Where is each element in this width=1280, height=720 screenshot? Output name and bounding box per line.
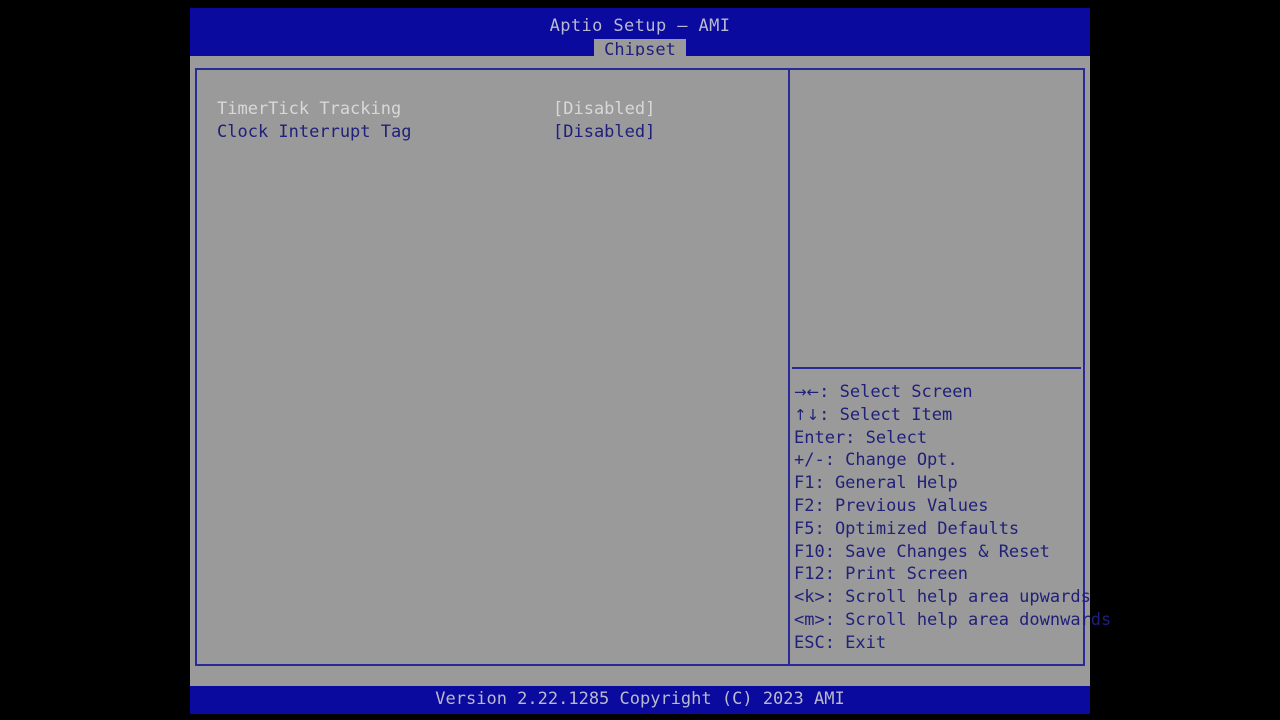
help-key-optimized-defaults: F5: Optimized Defaults — [794, 518, 1020, 539]
arrow-up-down-icon: ↑↓ — [794, 405, 820, 424]
setting-value[interactable]: [Disabled] — [553, 98, 655, 121]
setting-row-timertick-tracking[interactable]: TimerTick Tracking [Disabled] — [217, 98, 778, 121]
settings-panel: TimerTick Tracking [Disabled] Clock Inte… — [195, 68, 789, 666]
setting-label: TimerTick Tracking — [217, 99, 402, 119]
help-key-print-screen: F12: Print Screen — [794, 564, 968, 585]
arrow-left-right-icon: →← — [794, 383, 820, 401]
setting-value[interactable]: [Disabled] — [553, 121, 655, 144]
help-key-scroll-up: <k>: Scroll help area upwards — [794, 587, 1091, 608]
setting-label: Clock Interrupt Tag — [217, 122, 412, 142]
help-key-label: : Select Item — [819, 404, 953, 425]
body-area: TimerTick Tracking [Disabled] Clock Inte… — [190, 56, 1112, 686]
help-key-label: : Select Screen — [819, 382, 973, 402]
help-key-change-opt: +/-: Change Opt. — [794, 450, 958, 471]
help-key-general-help: F1: General Help — [794, 473, 958, 494]
help-panel: →←: Select Screen ↑↓: Select Item Enter:… — [789, 68, 1112, 666]
help-key-enter-select: Enter: Select — [794, 427, 928, 448]
footer-bar: Version 2.22.1285 Copyright (C) 2023 AMI — [190, 686, 1090, 714]
help-divider — [792, 367, 1081, 369]
setting-row-clock-interrupt-tag[interactable]: Clock Interrupt Tag [Disabled] — [217, 121, 778, 144]
help-key-select-item: ↑↓: Select Item — [794, 404, 1079, 427]
page-title: Aptio Setup – AMI — [549, 16, 731, 36]
panels-container: TimerTick Tracking [Disabled] Clock Inte… — [195, 68, 1112, 666]
footer-version-text: Version 2.22.1285 Copyright (C) 2023 AMI — [435, 689, 845, 709]
settings-list: TimerTick Tracking [Disabled] Clock Inte… — [217, 98, 778, 144]
help-key-select-screen: →←: Select Screen — [794, 381, 1079, 404]
help-key-scroll-down: <m>: Scroll help area downwards — [794, 609, 1112, 630]
help-key-esc-exit: ESC: Exit — [794, 632, 887, 653]
header-bar: Aptio Setup – AMI Chipset — [190, 8, 1090, 62]
help-key-previous-values: F2: Previous Values — [794, 495, 989, 516]
help-key-save-changes-reset: F10: Save Changes & Reset — [794, 541, 1050, 562]
help-description-text — [796, 74, 1077, 364]
help-key-legend: →←: Select Screen ↑↓: Select Item Enter:… — [794, 381, 1112, 655]
bios-setup-screen: Aptio Setup – AMI Chipset TimerTick Trac… — [190, 8, 1112, 714]
